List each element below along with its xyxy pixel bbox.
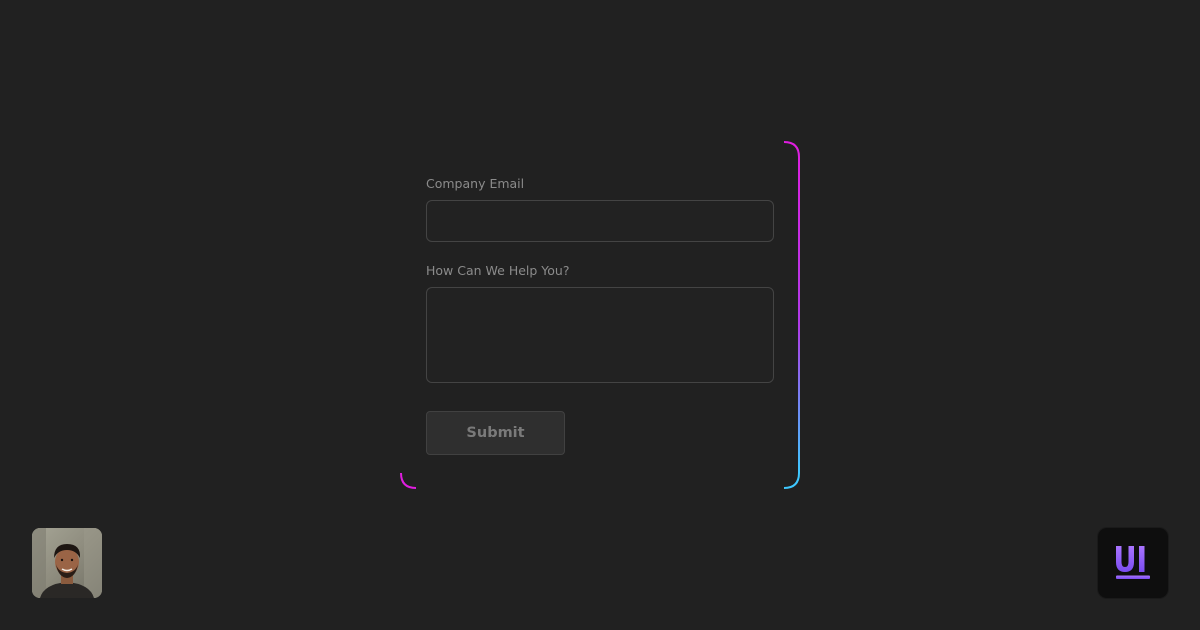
company-email-input[interactable] bbox=[426, 200, 774, 242]
brand-logo-badge[interactable] bbox=[1098, 528, 1168, 598]
user-avatar-icon bbox=[32, 528, 102, 598]
help-message-label: How Can We Help You? bbox=[426, 263, 570, 278]
ui-logo-icon bbox=[1116, 546, 1150, 579]
help-message-textarea[interactable] bbox=[426, 287, 774, 383]
submit-button[interactable]: Submit bbox=[426, 411, 565, 455]
contact-form: Company Email How Can We Help You? Submi… bbox=[426, 177, 774, 455]
page: Company Email How Can We Help You? Submi… bbox=[0, 0, 1200, 630]
avatar[interactable] bbox=[32, 528, 102, 598]
company-email-label: Company Email bbox=[426, 176, 525, 191]
